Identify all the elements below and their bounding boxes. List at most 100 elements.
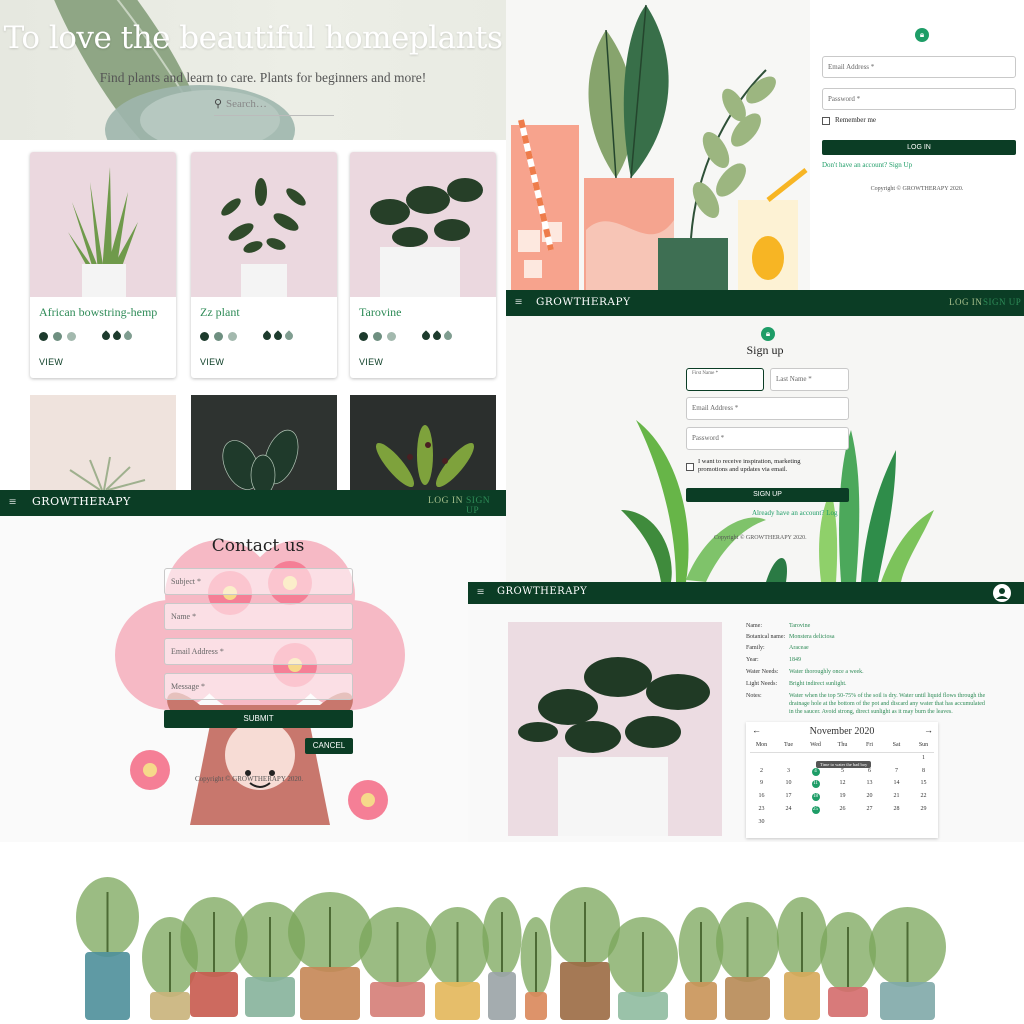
password-field[interactable]: Password * [686,427,849,450]
care-indicators [39,327,135,342]
potted-plants-row-illustration [0,842,1024,1024]
app-bar: ≡ GROWTHERAPY LOG IN SIGN UP [506,290,1024,316]
calendar-day[interactable]: 14 [883,780,910,786]
watering-calendar: ← November 2020 → Mon Tue Wed Thu Fri Sat Sun 1… [746,722,938,838]
name-field[interactable]: Name * [164,603,353,630]
calendar-day[interactable]: 11 [802,780,829,789]
cancel-button[interactable]: CANCEL [305,738,353,754]
email-field[interactable]: Email Address * [822,56,1016,78]
calendar-day[interactable]: 2 [748,768,775,774]
calendar-day[interactable]: 15 [910,780,937,786]
view-button[interactable]: VIEW [359,357,383,367]
email-field[interactable]: Email Address * [164,638,353,665]
water-drop-icon [261,330,273,342]
calendar-day[interactable]: 27 [856,806,883,812]
menu-icon[interactable]: ≡ [515,294,522,310]
water-drop-icon [100,330,112,342]
signup-button[interactable]: SIGN UP [686,488,849,502]
search-placeholder: Search… [226,98,267,110]
last-name-field[interactable]: Last Name * [770,368,849,391]
watering-day-marker[interactable]: 25 [811,805,820,814]
calendar-day[interactable]: 21 [883,793,910,799]
account-icon[interactable] [993,584,1011,602]
calendar-day[interactable]: 5 [829,768,856,774]
submit-button[interactable]: SUBMIT [164,710,353,728]
water-drop-icon [283,330,295,342]
view-button[interactable]: VIEW [200,357,224,367]
light-dot-icon [228,331,237,341]
potted-plant-icon [359,907,436,1017]
calendar-day[interactable]: 13 [856,780,883,786]
potted-plant-icon [288,892,372,1020]
calendar-day[interactable]: 30 [748,819,775,825]
copyright: Copyright © GROWTHERAPY 2020. [195,775,304,783]
marketing-checkbox[interactable] [686,463,694,471]
menu-icon[interactable]: ≡ [477,584,484,600]
menu-icon[interactable]: ≡ [9,494,16,510]
calendar-day[interactable]: 25 [802,805,829,814]
calendar-day[interactable]: 8 [910,768,937,774]
plant-card [191,395,337,490]
calendar-day[interactable]: 17 [775,793,802,799]
login-button[interactable]: LOG IN [822,140,1016,155]
first-name-field[interactable]: First Name * [686,368,764,391]
hero-title: To love the beautiful homeplants [3,20,503,56]
calendar-day[interactable]: 29 [910,806,937,812]
plant-name: Tarovine [359,305,402,319]
message-field[interactable]: Message * [164,673,353,700]
remember-checkbox[interactable] [822,117,830,125]
calendar-day[interactable]: 7 [883,768,910,774]
calendar-day[interactable]: 16 [748,793,775,799]
calendar-day[interactable]: 6 [856,768,883,774]
signup-link[interactable]: Don't have an account? Sign Up [822,161,912,169]
search-input[interactable]: ⚲ Search… [214,98,334,116]
calendar-day[interactable]: 20 [856,793,883,799]
brand-logo[interactable]: GROWTHERAPY [497,586,587,597]
calendar-day[interactable]: 22 [910,793,937,799]
watering-day-marker[interactable]: 18 [811,793,820,802]
contact-page: ≡ GROWTHERAPY LOG IN SIGN UP Contact us … [0,490,506,842]
watering-day-marker[interactable]: 4 [811,767,820,776]
password-field[interactable]: Password * [822,88,1016,110]
calendar-day[interactable]: 24 [775,806,802,812]
brand-logo[interactable]: GROWTHERAPY [536,296,631,308]
copyright: Copyright © GROWTHERAPY 2020. [870,186,964,192]
potted-plant-icon [482,897,522,1020]
signup-nav-link[interactable]: SIGN UP [983,297,1021,307]
calendar-day[interactable]: 26 [829,806,856,812]
brand-logo[interactable]: GROWTHERAPY [32,495,131,508]
view-button[interactable]: VIEW [39,357,63,367]
watering-day-marker[interactable]: 11 [811,780,820,789]
signup-nav-link[interactable]: SIGN UP [466,496,506,516]
next-month-button[interactable]: → [924,725,933,735]
potted-plant-icon [869,907,946,1020]
plant-card: Zz plant VIEW [191,152,337,378]
login-nav-link[interactable]: LOG IN [428,496,463,506]
plant-name: Zz plant [200,305,240,319]
calendar-day[interactable]: 28 [883,806,910,812]
calendar-day[interactable]: 23 [748,806,775,812]
signup-page: ≡ GROWTHERAPY LOG IN SIGN UP 🔒︎ Sign up … [506,290,1024,582]
login-nav-link[interactable]: LOG IN [949,297,982,307]
weekday-label: Fri [865,742,873,748]
calendar-day[interactable]: 1 [910,755,937,761]
copyright: Copyright © GROWTHERAPY 2020. [714,535,807,541]
plant-image [30,152,176,299]
calendar-day[interactable]: 3 [775,768,802,774]
email-field[interactable]: Email Address * [686,397,849,420]
calendar-day[interactable]: 18 [802,793,829,802]
calendar-day[interactable]: 12 [829,780,856,786]
subject-field[interactable]: Subject * [164,568,353,595]
calendar-day[interactable]: 9 [748,780,775,786]
calendar-day[interactable]: 10 [775,780,802,786]
signup-title: Sign up [746,343,784,357]
signin-link[interactable]: Already have an account? Log [752,509,838,517]
remember-label: Remember me [835,116,877,124]
calendar-day[interactable]: 19 [829,793,856,799]
light-dot-icon [200,331,209,341]
hero-banner: To love the beautiful homeplants Find pl… [0,0,506,140]
lock-icon: 🔒︎ [761,327,775,341]
care-indicators [200,327,296,342]
potted-plant-icon [820,912,876,1017]
calendar-day[interactable]: 4 [802,767,829,776]
